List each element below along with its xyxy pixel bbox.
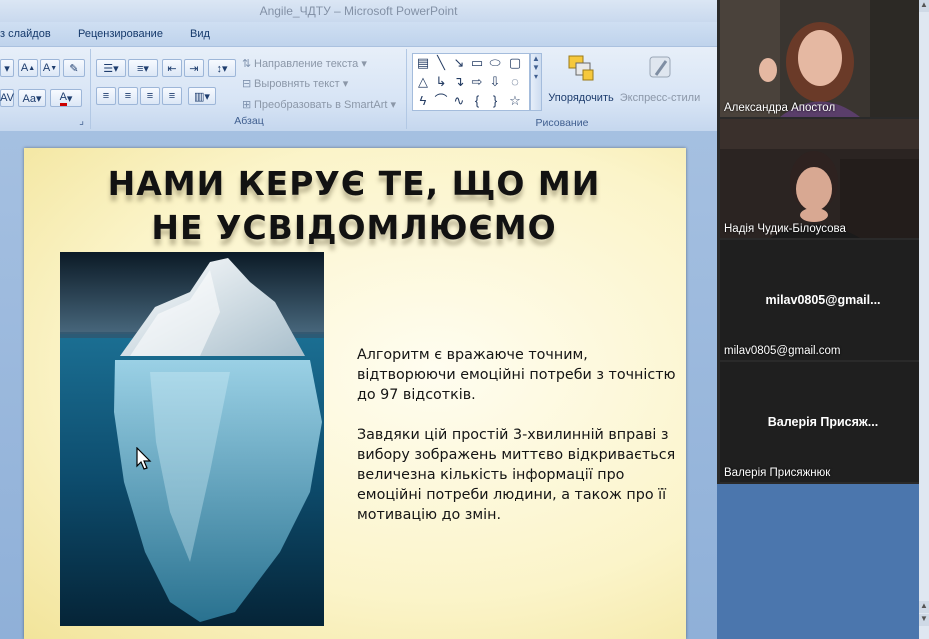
justify-icon[interactable]: ≡	[162, 87, 182, 105]
scroll-up-small-icon[interactable]: ▲	[919, 601, 929, 613]
slide[interactable]: НАМИ КЕРУЄ ТЕ, ЩО МИ НЕ УСВІДОМЛЮЄМО Алг…	[24, 148, 686, 639]
powerpoint-window: Angile_ЧДТУ – Microsoft PowerPoint з сла…	[0, 0, 717, 639]
participant-tile-3[interactable]: milav0805@gmail... milav0805@gmail.com	[720, 240, 926, 360]
participant-name-3: milav0805@gmail.com	[724, 345, 841, 357]
slide-paragraph-2: Завдяки цій простій 3-хвилинній вправі з…	[357, 427, 676, 523]
smartart-icon: ⊞	[242, 99, 252, 111]
line-shape-icon[interactable]: ╲	[433, 55, 449, 71]
ribbon: ▾ A ▲ A ▼ ✎ AV Aa▾ A ▾ ⌟ ☰▾ ≡▾ ⇤ ⇥ ↕▾ ≡ ≡ ≡…	[0, 46, 717, 132]
slide-title: НАМИ КЕРУЄ ТЕ, ЩО МИ НЕ УСВІДОМЛЮЄМО	[107, 164, 601, 247]
font-color-icon[interactable]: A ▾	[50, 89, 82, 107]
align-right-icon[interactable]: ≡	[140, 87, 160, 105]
down-arrow-shape-icon[interactable]: ⇩	[487, 74, 503, 90]
arrange-icon	[568, 55, 594, 81]
lightning-shape-icon[interactable]: ϟ	[415, 93, 431, 109]
curve-shape-icon[interactable]: ∿	[451, 93, 467, 109]
scroll-up-icon[interactable]: ▲	[919, 0, 929, 12]
window-title: Angile_ЧДТУ – Microsoft PowerPoint	[0, 0, 717, 22]
font-size-dropdown[interactable]: ▾	[0, 59, 14, 77]
triangle-shape-icon[interactable]: △	[415, 74, 431, 90]
rectangle-shape-icon[interactable]: ▭	[469, 55, 485, 71]
tab-view[interactable]: Вид	[190, 28, 210, 40]
smartart-button[interactable]: ⊞ Преобразовать в SmartArt ▾	[242, 98, 396, 111]
textbox-shape-icon[interactable]: ▤	[415, 55, 431, 71]
text-direction-button[interactable]: ⇅ Направление текста ▾	[242, 57, 367, 70]
dialog-launcher-icon[interactable]: ⌟	[0, 115, 90, 127]
slide-body-text: Алгоритм є вражаюче точним, відтворюючи …	[357, 345, 677, 545]
star-shape-icon[interactable]: ☆	[507, 93, 523, 109]
elbow-shape-icon[interactable]: ↳	[433, 74, 449, 90]
paragraph-group-label: Абзац	[234, 115, 264, 127]
arc-shape-icon[interactable]: ⌒	[433, 93, 449, 109]
text-direction-icon: ⇅	[242, 58, 252, 70]
participant-tile-1[interactable]: Александра Апостол	[720, 0, 926, 117]
numbering-icon[interactable]: ≡▾	[128, 59, 158, 77]
drawing-group-label: Рисование	[535, 117, 589, 129]
oval-shape-icon[interactable]: ⬭	[487, 55, 503, 71]
paragraph-group: ☰▾ ≡▾ ⇤ ⇥ ↕▾ ≡ ≡ ≡ ≡ ▥▾ ⇅ Направление тек…	[92, 49, 407, 129]
desktop-background	[717, 484, 929, 639]
participants-panel: Александра Апостол Надія Чудик-Білоусова…	[717, 0, 929, 639]
participant-name-2: Надія Чудик-Білоусова	[724, 223, 846, 235]
move-cursor-icon	[136, 447, 152, 470]
increase-indent-icon[interactable]: ⇥	[184, 59, 204, 77]
participant-center-name-4: Валерія Присяж...	[767, 415, 879, 429]
rounded-rect-shape-icon[interactable]: ▢	[507, 55, 523, 71]
participant-center-name-3: milav0805@gmail...	[765, 293, 881, 307]
participant-name-4: Валерія Присяжнюк	[724, 467, 831, 479]
arrow-line-shape-icon[interactable]: ↘	[451, 55, 467, 71]
grow-font-icon[interactable]: A ▲	[18, 59, 38, 77]
align-left-icon[interactable]: ≡	[96, 87, 116, 105]
char-spacing-icon[interactable]: AV	[0, 89, 14, 107]
quick-styles-icon	[649, 56, 671, 78]
line-spacing-icon[interactable]: ↕▾	[208, 59, 236, 77]
connector-shape-icon[interactable]: ↴	[451, 74, 467, 90]
participant-tile-2[interactable]: Надія Чудик-Білоусова	[720, 119, 926, 238]
change-case-icon[interactable]: Aa▾	[18, 89, 46, 107]
participant-video-1	[720, 0, 926, 117]
vertical-scrollbar[interactable]: ▲ ▲ ▼	[919, 0, 929, 639]
participant-tile-4[interactable]: Валерія Присяж... Валерія Присяжнюк	[720, 362, 926, 482]
participant-name-1: Александра Апостол	[724, 102, 836, 114]
columns-icon[interactable]: ▥▾	[188, 87, 216, 105]
tab-slideshow[interactable]: з слайдов	[0, 28, 51, 40]
right-arrow-shape-icon[interactable]: ⇨	[469, 74, 485, 90]
scroll-down-icon[interactable]: ▼	[919, 614, 929, 626]
shrink-font-icon[interactable]: A ▼	[40, 59, 60, 77]
participant-video-2	[720, 119, 926, 238]
iceberg-image	[60, 252, 324, 626]
shapes-gallery-scroll[interactable]: ▲ ▼ ▾	[530, 53, 542, 111]
align-text-icon: ⊟	[242, 78, 252, 90]
shapes-gallery[interactable]: ▤ ╲ ↘ ▭ ⬭ ▢ △ ↳ ↴ ⇨ ⇩ ◌ ϟ ⌒ ∿ { } ☆	[412, 53, 530, 111]
font-group: ▾ A ▲ A ▼ ✎ AV Aa▾ A ▾ ⌟	[0, 49, 91, 129]
tab-review[interactable]: Рецензирование	[78, 28, 163, 40]
bullets-icon[interactable]: ☰▾	[96, 59, 126, 77]
clear-format-icon[interactable]: ✎	[63, 59, 85, 77]
align-center-icon[interactable]: ≡	[118, 87, 138, 105]
ribbon-tabs: з слайдов Рецензирование Вид	[0, 22, 717, 46]
callout-shape-icon[interactable]: ◌	[507, 74, 523, 90]
arrange-button[interactable]: Упорядочить	[548, 53, 614, 104]
right-brace-shape-icon[interactable]: }	[487, 93, 503, 109]
align-text-button[interactable]: ⊟ Выровнять текст ▾	[242, 77, 348, 90]
decrease-indent-icon[interactable]: ⇤	[162, 59, 182, 77]
quick-styles-button[interactable]: Экспресс-стили	[618, 53, 702, 104]
brace-shape-icon[interactable]: {	[469, 93, 485, 109]
slide-paragraph-1: Алгоритм є вражаюче точним, відтворюючи …	[357, 347, 676, 403]
